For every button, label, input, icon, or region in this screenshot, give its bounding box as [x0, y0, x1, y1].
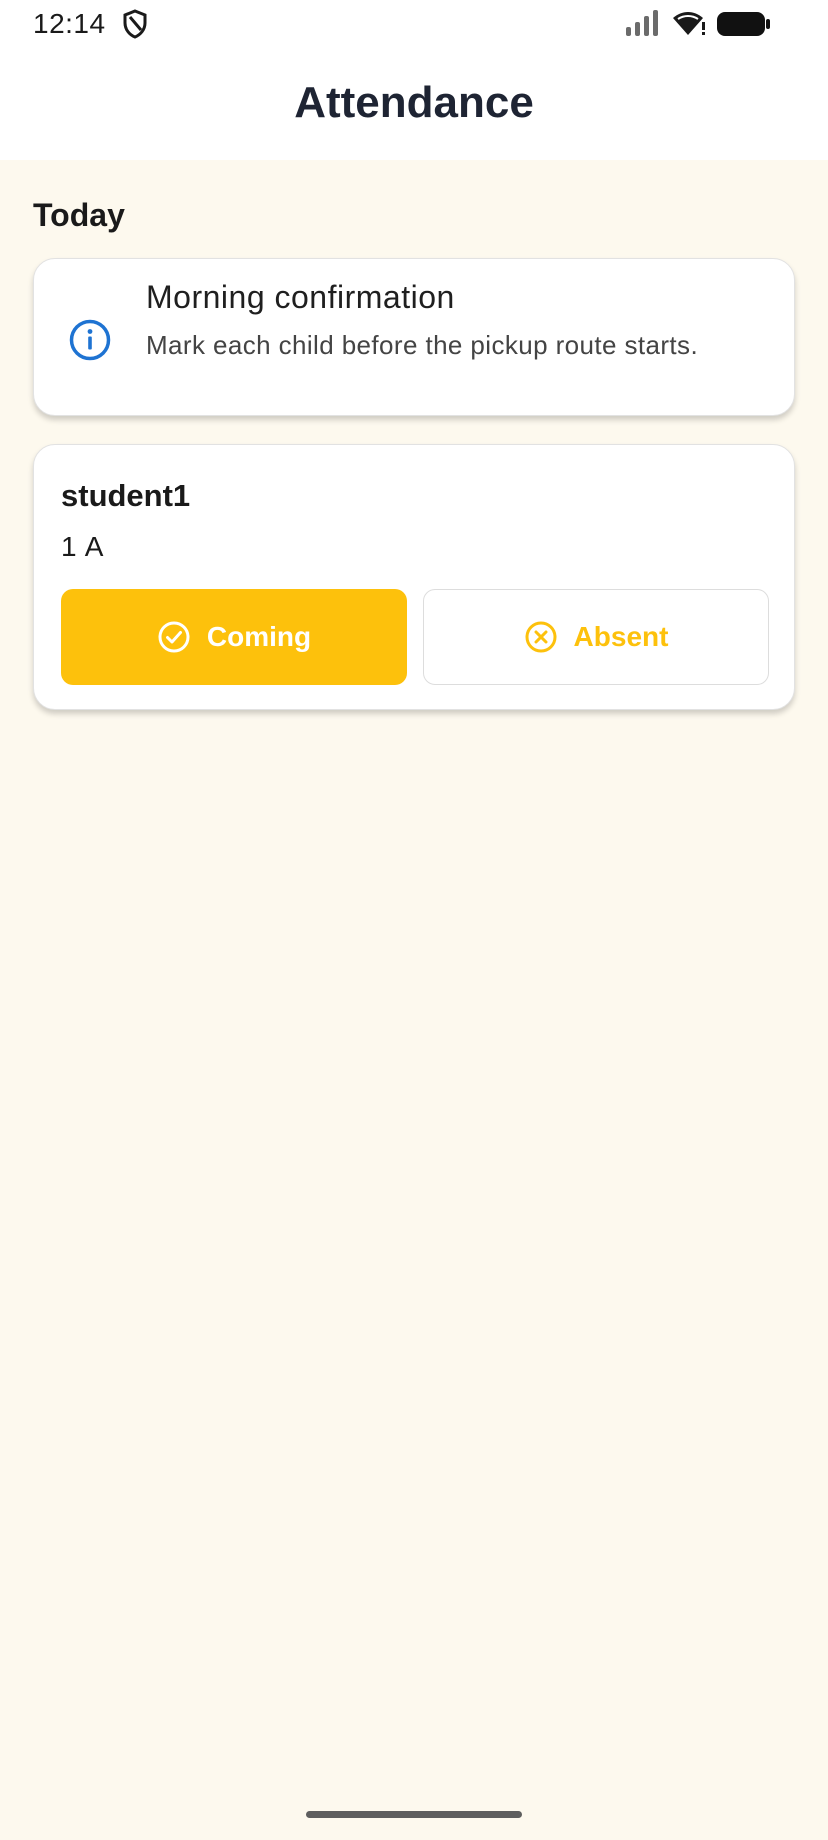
coming-button-label: Coming [206, 621, 312, 652]
shield-icon [123, 9, 147, 39]
signal-icon [626, 10, 658, 36]
info-card-text: Mark each child before the pickup route … [146, 330, 699, 360]
student-class: 1 A [61, 531, 105, 562]
app-bar: Attendance [0, 48, 828, 160]
cancel-circle-icon [525, 621, 557, 653]
coming-button[interactable]: Coming [61, 589, 407, 685]
student-card: student1 1 A Coming Absent [33, 444, 795, 710]
info-card: Morning confirmation Mark each child bef… [33, 258, 795, 416]
status-bar: 12:14 [0, 0, 828, 48]
section-title-today: Today [33, 197, 125, 233]
status-time: 12:14 [33, 8, 106, 39]
battery-icon [717, 12, 770, 36]
info-card-title: Morning confirmation [146, 279, 455, 315]
absent-button[interactable]: Absent [423, 589, 769, 685]
home-indicator[interactable] [306, 1811, 522, 1818]
check-circle-icon [158, 621, 190, 653]
info-icon [69, 319, 111, 361]
wifi-icon [673, 12, 705, 35]
page-title: Attendance [294, 78, 534, 127]
absent-button-label: Absent [573, 621, 669, 652]
student-name: student1 [61, 478, 191, 513]
